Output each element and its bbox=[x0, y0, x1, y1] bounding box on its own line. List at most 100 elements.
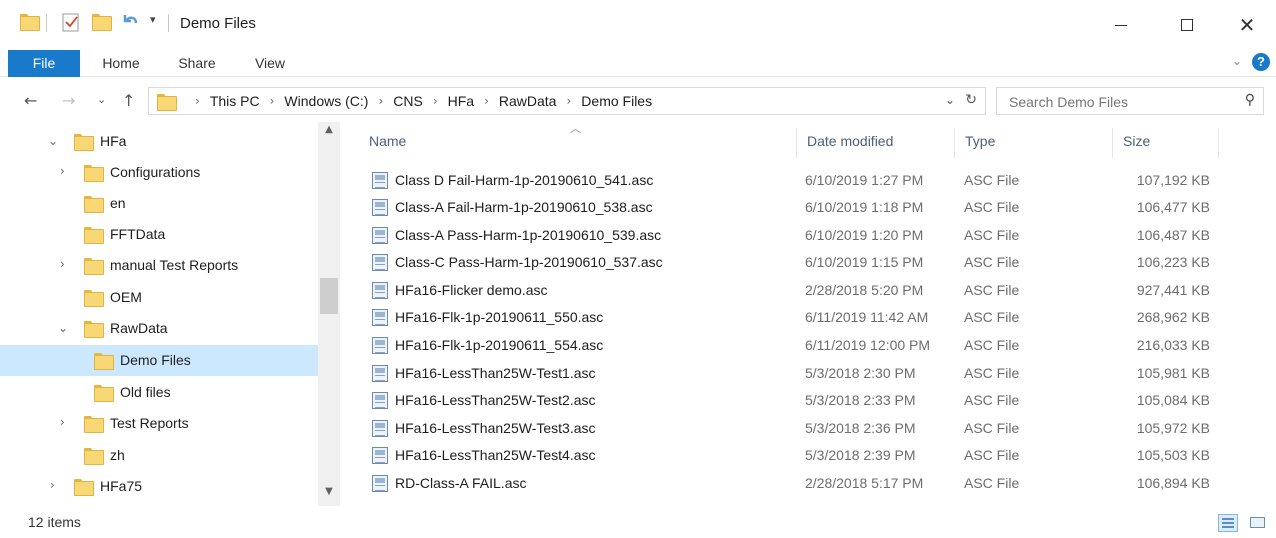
tree-item-configurations[interactable]: › Configurations bbox=[0, 157, 318, 188]
qa-separator bbox=[46, 14, 47, 32]
help-icon[interactable]: ? bbox=[1252, 53, 1270, 71]
file-name: HFa16-Flicker demo.asc bbox=[395, 282, 548, 298]
folder-icon bbox=[157, 94, 177, 112]
column-header-size[interactable]: Size bbox=[1123, 133, 1150, 149]
file-size: 927,441 KB bbox=[1136, 282, 1210, 298]
asc-file-icon bbox=[372, 475, 388, 492]
tree-item-zh[interactable]: zh bbox=[0, 440, 318, 471]
file-row[interactable]: Class-C Pass-Harm-1p-20190610_537.asc 6/… bbox=[342, 249, 1242, 276]
file-row[interactable]: RD-Class-A FAIL.asc 2/28/2018 5:17 PM AS… bbox=[342, 470, 1242, 497]
chevron-right-icon[interactable]: › bbox=[378, 94, 383, 108]
nav-pane-scrollbar[interactable]: ▲ ▼ bbox=[318, 122, 340, 506]
address-bar[interactable]: › This PC › Windows (C:) › CNS › HFa › R… bbox=[148, 87, 986, 115]
new-folder-icon[interactable] bbox=[92, 14, 112, 31]
maximize-button[interactable] bbox=[1156, 0, 1218, 50]
properties-icon[interactable] bbox=[62, 12, 80, 32]
chevron-right-icon[interactable]: › bbox=[60, 164, 65, 178]
file-name: Class-A Pass-Harm-1p-20190610_539.asc bbox=[395, 227, 662, 243]
column-header-type[interactable]: Type bbox=[965, 133, 995, 149]
tree-item-test-reports[interactable]: › Test Reports bbox=[0, 408, 318, 439]
customize-qa-icon[interactable]: ▾ bbox=[150, 13, 156, 26]
file-size: 106,477 KB bbox=[1136, 199, 1210, 215]
chevron-right-icon[interactable]: › bbox=[60, 415, 65, 429]
tree-item-rawdata[interactable]: ⌄ RawData bbox=[0, 313, 318, 344]
tree-item-oem[interactable]: OEM bbox=[0, 282, 318, 313]
tree-item-demo-files[interactable]: Demo Files bbox=[0, 345, 318, 376]
file-row[interactable]: HFa16-Flk-1p-20190611_554.asc 6/11/2019 … bbox=[342, 332, 1242, 359]
file-row[interactable]: HFa16-Flicker demo.asc 2/28/2018 5:20 PM… bbox=[342, 277, 1242, 304]
up-button[interactable]: ↑ bbox=[122, 91, 135, 110]
file-row[interactable]: HFa16-LessThan25W-Test1.asc 5/3/2018 2:3… bbox=[342, 360, 1242, 387]
navigation-pane: ⌄ HFa › Configurations en FFTData › manu… bbox=[0, 122, 340, 506]
tree-item-manual-test-reports[interactable]: › manual Test Reports bbox=[0, 250, 318, 281]
scroll-up-icon[interactable]: ▲ bbox=[318, 124, 340, 142]
asc-file-icon bbox=[372, 199, 388, 216]
large-icons-view-button[interactable] bbox=[1248, 514, 1268, 532]
chevron-right-icon[interactable]: › bbox=[566, 94, 571, 108]
search-input[interactable]: Search Demo Files ⚲ bbox=[996, 87, 1264, 115]
tree-item-label: Old files bbox=[120, 384, 171, 400]
asc-file-icon bbox=[372, 447, 388, 464]
file-row[interactable]: HFa16-LessThan25W-Test4.asc 5/3/2018 2:3… bbox=[342, 442, 1242, 469]
chevron-down-icon[interactable]: ⌄ bbox=[48, 134, 58, 148]
breadcrumb-this-pc[interactable]: This PC bbox=[210, 93, 260, 109]
tab-home[interactable]: Home bbox=[92, 50, 150, 77]
column-divider[interactable] bbox=[1218, 128, 1219, 158]
column-divider[interactable] bbox=[954, 128, 955, 158]
asc-file-icon bbox=[372, 309, 388, 326]
chevron-right-icon[interactable]: › bbox=[50, 478, 55, 492]
tree-item-old-files[interactable]: Old files bbox=[0, 377, 318, 408]
undo-icon[interactable] bbox=[120, 11, 140, 31]
expand-ribbon-icon[interactable]: ⌄ bbox=[1232, 54, 1242, 68]
chevron-down-icon[interactable]: ⌄ bbox=[58, 321, 68, 335]
tree-item-en[interactable]: en bbox=[0, 188, 318, 219]
chevron-right-icon[interactable]: › bbox=[270, 94, 275, 108]
recent-locations-icon[interactable]: ⌄ bbox=[97, 93, 106, 106]
folder-icon bbox=[84, 448, 104, 466]
folder-icon bbox=[94, 385, 114, 403]
file-row[interactable]: HFa16-LessThan25W-Test3.asc 5/3/2018 2:3… bbox=[342, 415, 1242, 442]
chevron-right-icon[interactable]: › bbox=[195, 94, 200, 108]
column-header-date-modified[interactable]: Date modified bbox=[807, 133, 893, 149]
back-button[interactable]: ← bbox=[24, 91, 37, 110]
forward-button[interactable]: → bbox=[62, 91, 75, 110]
file-date: 6/10/2019 1:20 PM bbox=[805, 227, 924, 243]
file-row[interactable]: HFa16-LessThan25W-Test2.asc 5/3/2018 2:3… bbox=[342, 387, 1242, 414]
tab-view[interactable]: View bbox=[242, 50, 298, 77]
asc-file-icon bbox=[372, 365, 388, 382]
minimize-button[interactable] bbox=[1090, 0, 1152, 50]
details-view-button[interactable] bbox=[1218, 514, 1238, 532]
search-icon[interactable]: ⚲ bbox=[1245, 92, 1255, 108]
column-divider[interactable] bbox=[1112, 128, 1113, 158]
folder-icon bbox=[74, 479, 94, 497]
column-divider[interactable] bbox=[796, 128, 797, 158]
chevron-right-icon[interactable]: › bbox=[484, 94, 489, 108]
tab-file[interactable]: File bbox=[8, 50, 80, 77]
column-header-name[interactable]: Name bbox=[369, 133, 406, 149]
address-dropdown-icon[interactable]: ⌄ bbox=[945, 93, 955, 107]
tree-item-label: RawData bbox=[110, 320, 168, 336]
breadcrumb-cns[interactable]: CNS bbox=[393, 93, 423, 109]
refresh-icon[interactable]: ↻ bbox=[965, 92, 977, 108]
scrollbar-thumb[interactable] bbox=[320, 278, 338, 314]
tree-item-fftdata[interactable]: FFTData bbox=[0, 219, 318, 250]
asc-file-icon bbox=[372, 172, 388, 189]
breadcrumb-hfa[interactable]: HFa bbox=[448, 93, 474, 109]
file-name: Class D Fail-Harm-1p-20190610_541.asc bbox=[395, 172, 654, 188]
tree-item-hfa75[interactable]: › HFa75 bbox=[0, 471, 318, 502]
file-row[interactable]: Class-A Pass-Harm-1p-20190610_539.asc 6/… bbox=[342, 222, 1242, 249]
sort-ascending-icon: ︿ bbox=[570, 122, 581, 135]
file-row[interactable]: Class-A Fail-Harm-1p-20190610_538.asc 6/… bbox=[342, 194, 1242, 221]
close-button[interactable]: ✕ bbox=[1216, 0, 1276, 50]
breadcrumb-rawdata[interactable]: RawData bbox=[499, 93, 557, 109]
file-row[interactable]: HFa16-Flk-1p-20190611_550.asc 6/11/2019 … bbox=[342, 304, 1242, 331]
chevron-right-icon[interactable]: › bbox=[433, 94, 438, 108]
tree-item-label: Test Reports bbox=[110, 415, 189, 431]
breadcrumb-windows-c[interactable]: Windows (C:) bbox=[284, 93, 368, 109]
breadcrumb-demo-files[interactable]: Demo Files bbox=[581, 93, 652, 109]
tree-item-hfa[interactable]: ⌄ HFa bbox=[0, 126, 318, 157]
chevron-right-icon[interactable]: › bbox=[60, 257, 65, 271]
tab-share[interactable]: Share bbox=[166, 50, 228, 77]
file-row[interactable]: Class D Fail-Harm-1p-20190610_541.asc 6/… bbox=[342, 167, 1242, 194]
scroll-down-icon[interactable]: ▼ bbox=[318, 486, 340, 504]
